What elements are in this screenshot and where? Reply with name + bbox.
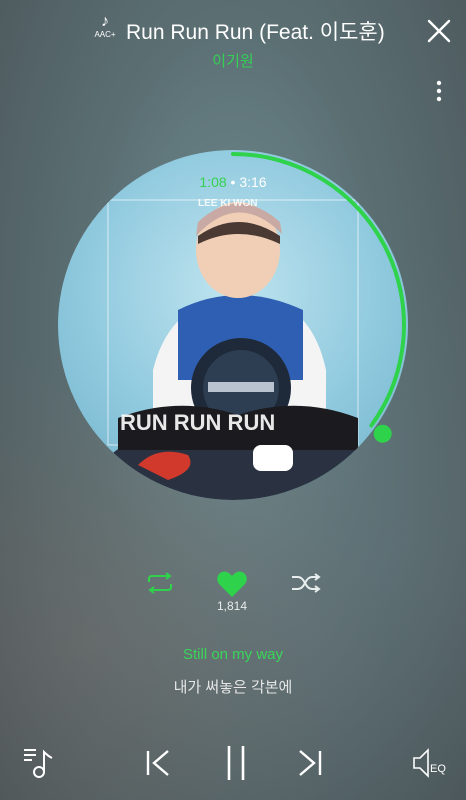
equalizer-icon[interactable]: EQ	[410, 746, 450, 780]
aac-badge: ♪ AAC+	[92, 14, 118, 44]
close-icon[interactable]	[424, 16, 454, 46]
song-title: Run Run Run (Feat. 이도훈)	[126, 21, 385, 44]
artist-name[interactable]: 이기원	[0, 50, 466, 71]
progress-knob[interactable]	[373, 424, 392, 443]
playback-controls: EQ	[0, 740, 466, 790]
time-display: 1:08 • 3:16	[0, 174, 466, 190]
progress-ring[interactable]	[58, 150, 408, 500]
likes-count: 1,814	[216, 599, 248, 613]
more-options-icon[interactable]	[430, 78, 448, 106]
eq-label: EQ	[430, 763, 446, 775]
next-track-icon[interactable]	[296, 748, 324, 778]
shuffle-icon[interactable]	[290, 572, 322, 594]
music-service-icon: ♪	[101, 13, 109, 30]
codec-label: AAC+	[94, 30, 116, 39]
like-heart-icon[interactable]	[216, 569, 248, 599]
previous-track-icon[interactable]	[144, 748, 172, 778]
album-disc-area: RUN RUN RUN LEE KI WON	[58, 150, 408, 500]
lyric-next-line[interactable]: 내가 써놓은 각본에	[0, 676, 466, 697]
progress-arc	[231, 152, 406, 428]
lyric-current-line[interactable]: Still on my way	[0, 646, 466, 663]
total-time: 3:16	[239, 174, 267, 190]
top-bar: ♪ AAC+ Run Run Run (Feat. 이도훈) 이기원	[0, 0, 466, 102]
pause-icon[interactable]	[222, 744, 250, 782]
playlist-icon[interactable]	[22, 744, 58, 780]
action-row: 1,814	[0, 565, 466, 625]
repeat-icon[interactable]	[145, 572, 175, 594]
current-time: 1:08	[199, 174, 227, 190]
time-separator: •	[230, 174, 236, 190]
